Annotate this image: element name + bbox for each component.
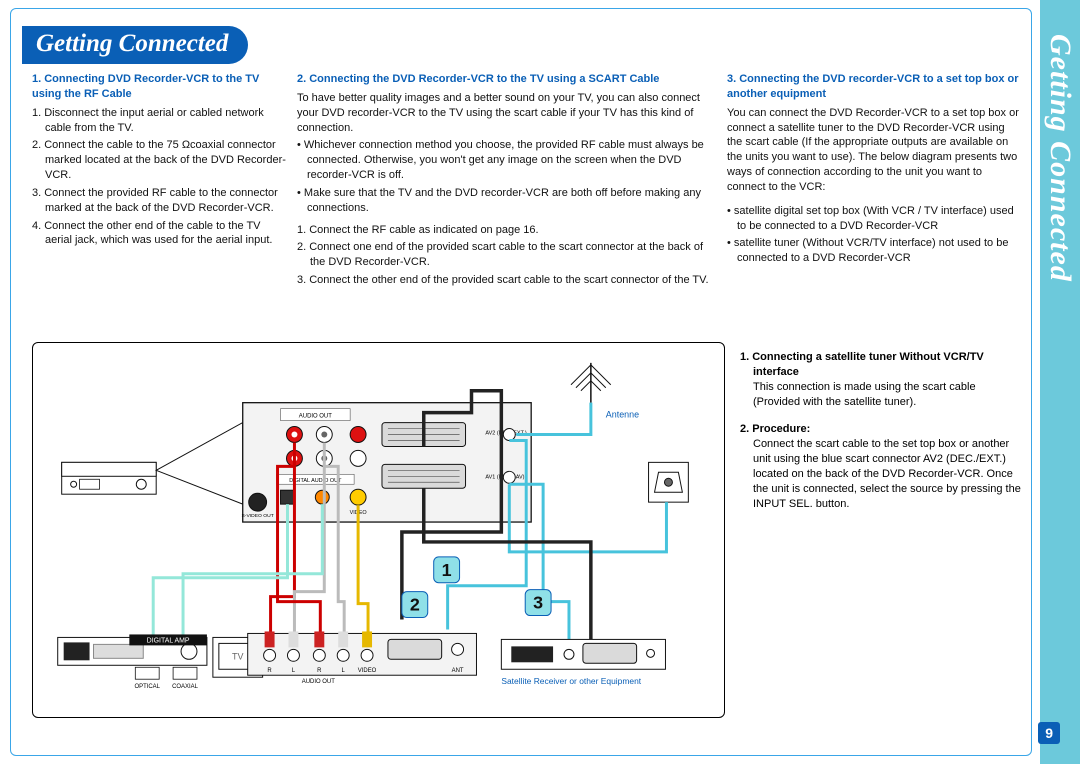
sec2-title: 2. Connecting the DVD Recorder-VCR to th…: [297, 72, 717, 87]
side-tab-text: Getting Connected: [1043, 34, 1077, 282]
sec1-item2: 2. Connect the cable to the 75 Ωcoaxial …: [32, 138, 287, 183]
sec3-intro: You can connect the DVD Recorder-VCR to …: [727, 106, 1022, 195]
callout-3: 3: [533, 593, 543, 613]
sec3-sub1-title: 1. Connecting a satellite tuner Without …: [740, 351, 984, 378]
connection-diagram: AUDIO OUT DIGITAL AUDIO OUT S-VIDEO OUT …: [32, 342, 725, 718]
rear-panel: AUDIO OUT DIGITAL AUDIO OUT S-VIDEO OUT …: [241, 403, 531, 522]
sec3-sub1-body: This connection is made using the scart …: [753, 381, 976, 408]
column-3-continued: 1. Connecting a satellite tuner Without …: [740, 350, 1022, 514]
source-device-icon: [62, 462, 156, 494]
sec1-title: 1. Connecting DVD Recorder-VCR to the TV…: [32, 72, 287, 102]
side-tab: Getting Connected: [1040, 0, 1080, 764]
sec2-item2: 2. Connect one end of the provided scart…: [297, 240, 717, 270]
lbl-coaxial: COAXIAL: [172, 684, 198, 690]
lbl-digital-audio-out: DIGITAL AUDIO OUT: [289, 478, 342, 484]
lbl-svideo: S-VIDEO OUT: [241, 513, 273, 519]
sec3-title: 3. Connecting the DVD recorder-VCR to a …: [727, 72, 1022, 102]
sec2-intro: To have better quality images and a bett…: [297, 91, 717, 136]
sec2-bullet1: Whichever connection method you choose, …: [297, 138, 717, 183]
callout-1: 1: [442, 560, 452, 580]
lbl-optical: OPTICAL: [134, 684, 160, 690]
sat-label-line1: Satellite Receiver or other Equipment: [501, 676, 641, 686]
page-number: 9: [1038, 722, 1060, 744]
lbl-r2: R: [317, 668, 322, 674]
lbl-r1: R: [267, 668, 272, 674]
sec2-bullet2: Make sure that the TV and the DVD record…: [297, 186, 717, 216]
sec3-sub2-title: 2. Procedure:: [740, 423, 810, 435]
tv-label: TV: [232, 651, 243, 661]
sec2-item3: 3. Connect the other end of the provided…: [297, 273, 717, 288]
amplifier-icon: DIGITAL AMP OPTICAL COAXIAL: [58, 634, 207, 690]
column-3: 3. Connecting the DVD recorder-VCR to a …: [727, 72, 1022, 291]
sec3-bullet1: satellite digital set top box (With VCR …: [727, 204, 1022, 234]
sec3-sub2: 2. Procedure: Connect the scart cable to…: [740, 422, 1022, 511]
sec2-item1: 1. Connect the RF cable as indicated on …: [297, 223, 717, 238]
sec3-sub2-body: Connect the scart cable to the set top b…: [753, 438, 1021, 509]
lbl-audio-out-top: AUDIO OUT: [299, 414, 332, 420]
tv-back-strip: R L R L VIDEO ANT AUDIO OUT: [248, 631, 477, 685]
antenne-label: Antenne: [606, 410, 639, 420]
sec3-bullet2: satellite tuner (Without VCR/TV interfac…: [727, 236, 1022, 266]
antenna-icon: Antenne: [571, 363, 639, 420]
diagram-svg: AUDIO OUT DIGITAL AUDIO OUT S-VIDEO OUT …: [33, 343, 724, 717]
satellite-receiver-icon: Satellite Receiver or other Equipment: [501, 639, 665, 686]
lbl-video-b: VIDEO: [358, 668, 377, 674]
wall-plate-icon: [649, 462, 689, 502]
page-title: Getting Connected: [22, 26, 248, 64]
lbl-audio-out-bottom: AUDIO OUT: [302, 679, 335, 685]
sec1-item4: 4. Connect the other end of the cable to…: [32, 219, 287, 249]
digital-amp-label: DIGITAL AMP: [147, 637, 190, 644]
sec3-sub1: 1. Connecting a satellite tuner Without …: [740, 350, 1022, 409]
sec1-item3: 3. Connect the provided RF cable to the …: [32, 186, 287, 216]
sec1-item1: 1. Disconnect the input aerial or cabled…: [32, 106, 287, 136]
column-1: 1. Connecting DVD Recorder-VCR to the TV…: [32, 72, 287, 291]
callout-2: 2: [410, 595, 420, 615]
lbl-ant: ANT: [452, 668, 464, 674]
column-2: 2. Connecting the DVD Recorder-VCR to th…: [297, 72, 717, 291]
content-columns: 1. Connecting DVD Recorder-VCR to the TV…: [32, 72, 1022, 291]
